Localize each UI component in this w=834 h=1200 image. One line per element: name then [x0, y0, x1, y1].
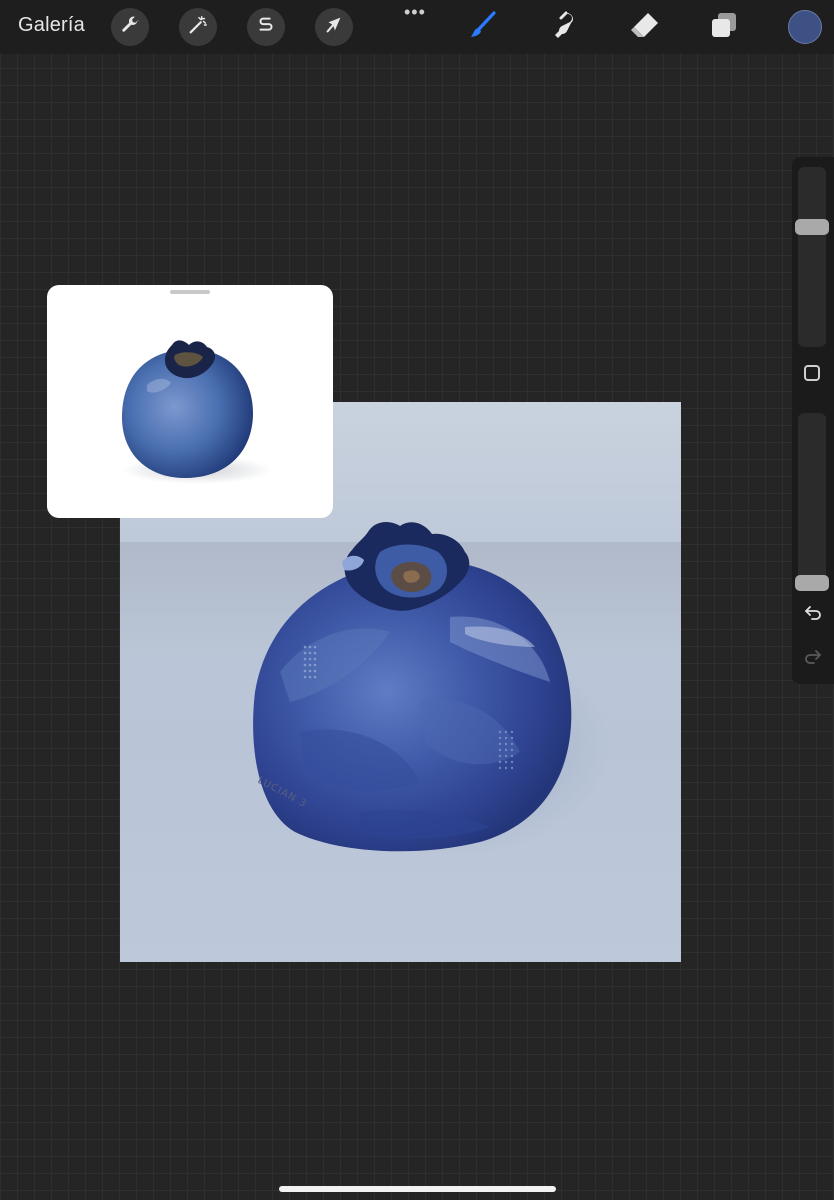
brush-icon [468, 10, 498, 45]
opacity-slider[interactable] [795, 413, 829, 591]
color-picker-button[interactable] [788, 10, 822, 44]
top-toolbar: Galería ••• [0, 0, 834, 54]
redo-icon [803, 647, 823, 672]
smudge-icon [549, 10, 579, 45]
home-indicator[interactable] [279, 1186, 556, 1192]
side-toolbar [792, 157, 834, 684]
layers-button[interactable] [707, 10, 741, 44]
adjustments-button[interactable] [179, 8, 217, 46]
gallery-button[interactable]: Galería [18, 14, 85, 37]
eraser-tool-button[interactable] [627, 10, 661, 44]
undo-button[interactable] [801, 603, 825, 627]
brush-size-thumb[interactable] [795, 219, 829, 235]
more-options-button[interactable]: ••• [404, 2, 426, 23]
opacity-thumb[interactable] [795, 575, 829, 591]
smudge-tool-button[interactable] [547, 10, 581, 44]
undo-icon [803, 603, 823, 628]
magic-wand-icon [187, 14, 209, 41]
brush-tool-button[interactable] [466, 10, 500, 44]
modify-button[interactable] [804, 365, 820, 381]
wrench-icon [119, 14, 141, 41]
brush-size-slider[interactable] [795, 167, 829, 347]
transform-button[interactable] [315, 8, 353, 46]
selection-button[interactable] [247, 8, 285, 46]
arrow-cursor-icon [323, 14, 345, 41]
layers-icon [709, 10, 739, 45]
reference-photo [121, 340, 272, 484]
actions-button[interactable] [111, 8, 149, 46]
selection-s-icon [255, 14, 277, 41]
redo-button[interactable] [801, 647, 825, 671]
reference-window[interactable] [47, 285, 333, 518]
eraser-icon [628, 10, 660, 45]
